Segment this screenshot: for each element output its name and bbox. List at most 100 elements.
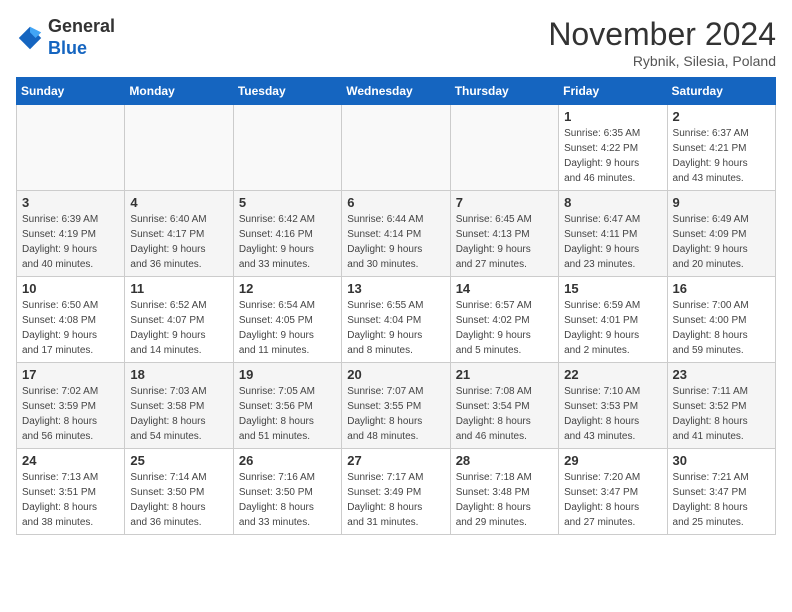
- day-header-sunday: Sunday: [17, 78, 125, 105]
- calendar-cell: [125, 105, 233, 191]
- day-number: 3: [22, 195, 119, 210]
- logo-general-text: General: [48, 16, 115, 36]
- calendar-cell: 4 Sunrise: 6:40 AM Sunset: 4:17 PM Daylig…: [125, 191, 233, 277]
- day-number: 12: [239, 281, 336, 296]
- logo: General Blue: [16, 16, 115, 59]
- day-info: Sunrise: 6:45 AM Sunset: 4:13 PM Dayligh…: [456, 212, 553, 272]
- day-number: 11: [130, 281, 227, 296]
- day-info: Sunrise: 7:10 AM Sunset: 3:53 PM Dayligh…: [564, 384, 661, 444]
- day-number: 6: [347, 195, 444, 210]
- calendar-cell: 24 Sunrise: 7:13 AM Sunset: 3:51 PM Dayli…: [17, 449, 125, 535]
- month-title: November 2024: [548, 16, 776, 53]
- calendar-cell: [233, 105, 341, 191]
- day-header-wednesday: Wednesday: [342, 78, 450, 105]
- logo-icon: [16, 24, 44, 52]
- calendar-cell: 2Sunrise: 6:37 AM Sunset: 4:21 PM Daylig…: [667, 105, 775, 191]
- day-info: Sunrise: 6:52 AM Sunset: 4:07 PM Dayligh…: [130, 298, 227, 358]
- calendar-cell: 10Sunrise: 6:50 AM Sunset: 4:08 PM Dayli…: [17, 277, 125, 363]
- day-info: Sunrise: 7:11 AM Sunset: 3:52 PM Dayligh…: [673, 384, 770, 444]
- day-number: 26: [239, 453, 336, 468]
- day-number: 24: [22, 453, 119, 468]
- day-info: Sunrise: 7:05 AM Sunset: 3:56 PM Dayligh…: [239, 384, 336, 444]
- week-row-2: 3 Sunrise: 6:39 AM Sunset: 4:19 PM Daylig…: [17, 191, 776, 277]
- day-number: 5: [239, 195, 336, 210]
- day-number: 30: [673, 453, 770, 468]
- calendar-cell: 19 Sunrise: 7:05 AM Sunset: 3:56 PM Dayli…: [233, 363, 341, 449]
- day-info: Sunrise: 6:42 AM Sunset: 4:16 PM Dayligh…: [239, 212, 336, 272]
- day-info: Sunrise: 6:39 AM Sunset: 4:19 PM Dayligh…: [22, 212, 119, 272]
- calendar-cell: 13 Sunrise: 6:55 AM Sunset: 4:04 PM Dayli…: [342, 277, 450, 363]
- calendar-cell: 3 Sunrise: 6:39 AM Sunset: 4:19 PM Daylig…: [17, 191, 125, 277]
- day-info: Sunrise: 7:16 AM Sunset: 3:50 PM Dayligh…: [239, 470, 336, 530]
- day-info: Sunrise: 6:37 AM Sunset: 4:21 PM Dayligh…: [673, 126, 770, 186]
- day-number: 4: [130, 195, 227, 210]
- day-number: 13: [347, 281, 444, 296]
- day-info: Sunrise: 7:18 AM Sunset: 3:48 PM Dayligh…: [456, 470, 553, 530]
- calendar-cell: 18 Sunrise: 7:03 AM Sunset: 3:58 PM Dayli…: [125, 363, 233, 449]
- day-number: 1: [564, 109, 661, 124]
- calendar-cell: 25Sunrise: 7:14 AM Sunset: 3:50 PM Dayli…: [125, 449, 233, 535]
- calendar-cell: 11 Sunrise: 6:52 AM Sunset: 4:07 PM Dayli…: [125, 277, 233, 363]
- day-number: 9: [673, 195, 770, 210]
- day-number: 15: [564, 281, 661, 296]
- day-info: Sunrise: 6:57 AM Sunset: 4:02 PM Dayligh…: [456, 298, 553, 358]
- day-number: 28: [456, 453, 553, 468]
- day-info: Sunrise: 6:44 AM Sunset: 4:14 PM Dayligh…: [347, 212, 444, 272]
- day-info: Sunrise: 6:47 AM Sunset: 4:11 PM Dayligh…: [564, 212, 661, 272]
- days-of-week-row: SundayMondayTuesdayWednesdayThursdayFrid…: [17, 78, 776, 105]
- day-number: 8: [564, 195, 661, 210]
- day-number: 29: [564, 453, 661, 468]
- calendar-cell: 20 Sunrise: 7:07 AM Sunset: 3:55 PM Dayli…: [342, 363, 450, 449]
- calendar-cell: 12Sunrise: 6:54 AM Sunset: 4:05 PM Dayli…: [233, 277, 341, 363]
- day-number: 7: [456, 195, 553, 210]
- calendar-cell: 21 Sunrise: 7:08 AM Sunset: 3:54 PM Dayli…: [450, 363, 558, 449]
- calendar-cell: [342, 105, 450, 191]
- calendar-cell: 1 Sunrise: 6:35 AM Sunset: 4:22 PM Daylig…: [559, 105, 667, 191]
- day-number: 20: [347, 367, 444, 382]
- day-header-saturday: Saturday: [667, 78, 775, 105]
- day-number: 21: [456, 367, 553, 382]
- calendar-cell: 27Sunrise: 7:17 AM Sunset: 3:49 PM Dayli…: [342, 449, 450, 535]
- week-row-5: 24 Sunrise: 7:13 AM Sunset: 3:51 PM Dayli…: [17, 449, 776, 535]
- day-number: 14: [456, 281, 553, 296]
- day-number: 17: [22, 367, 119, 382]
- logo-blue-text: Blue: [48, 38, 87, 58]
- day-number: 18: [130, 367, 227, 382]
- day-info: Sunrise: 7:00 AM Sunset: 4:00 PM Dayligh…: [673, 298, 770, 358]
- day-info: Sunrise: 6:40 AM Sunset: 4:17 PM Dayligh…: [130, 212, 227, 272]
- day-info: Sunrise: 7:08 AM Sunset: 3:54 PM Dayligh…: [456, 384, 553, 444]
- calendar-cell: 8 Sunrise: 6:47 AM Sunset: 4:11 PM Daylig…: [559, 191, 667, 277]
- day-info: Sunrise: 7:03 AM Sunset: 3:58 PM Dayligh…: [130, 384, 227, 444]
- week-row-3: 10Sunrise: 6:50 AM Sunset: 4:08 PM Dayli…: [17, 277, 776, 363]
- day-number: 27: [347, 453, 444, 468]
- day-info: Sunrise: 7:20 AM Sunset: 3:47 PM Dayligh…: [564, 470, 661, 530]
- day-number: 25: [130, 453, 227, 468]
- day-number: 16: [673, 281, 770, 296]
- day-info: Sunrise: 7:13 AM Sunset: 3:51 PM Dayligh…: [22, 470, 119, 530]
- day-number: 19: [239, 367, 336, 382]
- week-row-4: 17Sunrise: 7:02 AM Sunset: 3:59 PM Dayli…: [17, 363, 776, 449]
- day-header-tuesday: Tuesday: [233, 78, 341, 105]
- calendar-cell: 29 Sunrise: 7:20 AM Sunset: 3:47 PM Dayli…: [559, 449, 667, 535]
- calendar-cell: 6 Sunrise: 6:44 AM Sunset: 4:14 PM Daylig…: [342, 191, 450, 277]
- day-number: 22: [564, 367, 661, 382]
- day-header-friday: Friday: [559, 78, 667, 105]
- page-header: General Blue November 2024 Rybnik, Siles…: [16, 16, 776, 69]
- calendar-cell: 14 Sunrise: 6:57 AM Sunset: 4:02 PM Dayli…: [450, 277, 558, 363]
- day-number: 23: [673, 367, 770, 382]
- calendar-cell: [450, 105, 558, 191]
- calendar-cell: 26 Sunrise: 7:16 AM Sunset: 3:50 PM Dayli…: [233, 449, 341, 535]
- calendar-cell: 22 Sunrise: 7:10 AM Sunset: 3:53 PM Dayli…: [559, 363, 667, 449]
- title-block: November 2024 Rybnik, Silesia, Poland: [548, 16, 776, 69]
- day-info: Sunrise: 7:07 AM Sunset: 3:55 PM Dayligh…: [347, 384, 444, 444]
- calendar-cell: [17, 105, 125, 191]
- day-info: Sunrise: 6:55 AM Sunset: 4:04 PM Dayligh…: [347, 298, 444, 358]
- day-info: Sunrise: 6:35 AM Sunset: 4:22 PM Dayligh…: [564, 126, 661, 186]
- day-info: Sunrise: 7:21 AM Sunset: 3:47 PM Dayligh…: [673, 470, 770, 530]
- location: Rybnik, Silesia, Poland: [548, 53, 776, 69]
- day-header-monday: Monday: [125, 78, 233, 105]
- calendar-cell: 16 Sunrise: 7:00 AM Sunset: 4:00 PM Dayli…: [667, 277, 775, 363]
- calendar-cell: 5 Sunrise: 6:42 AM Sunset: 4:16 PM Daylig…: [233, 191, 341, 277]
- calendar-cell: 23 Sunrise: 7:11 AM Sunset: 3:52 PM Dayli…: [667, 363, 775, 449]
- day-number: 10: [22, 281, 119, 296]
